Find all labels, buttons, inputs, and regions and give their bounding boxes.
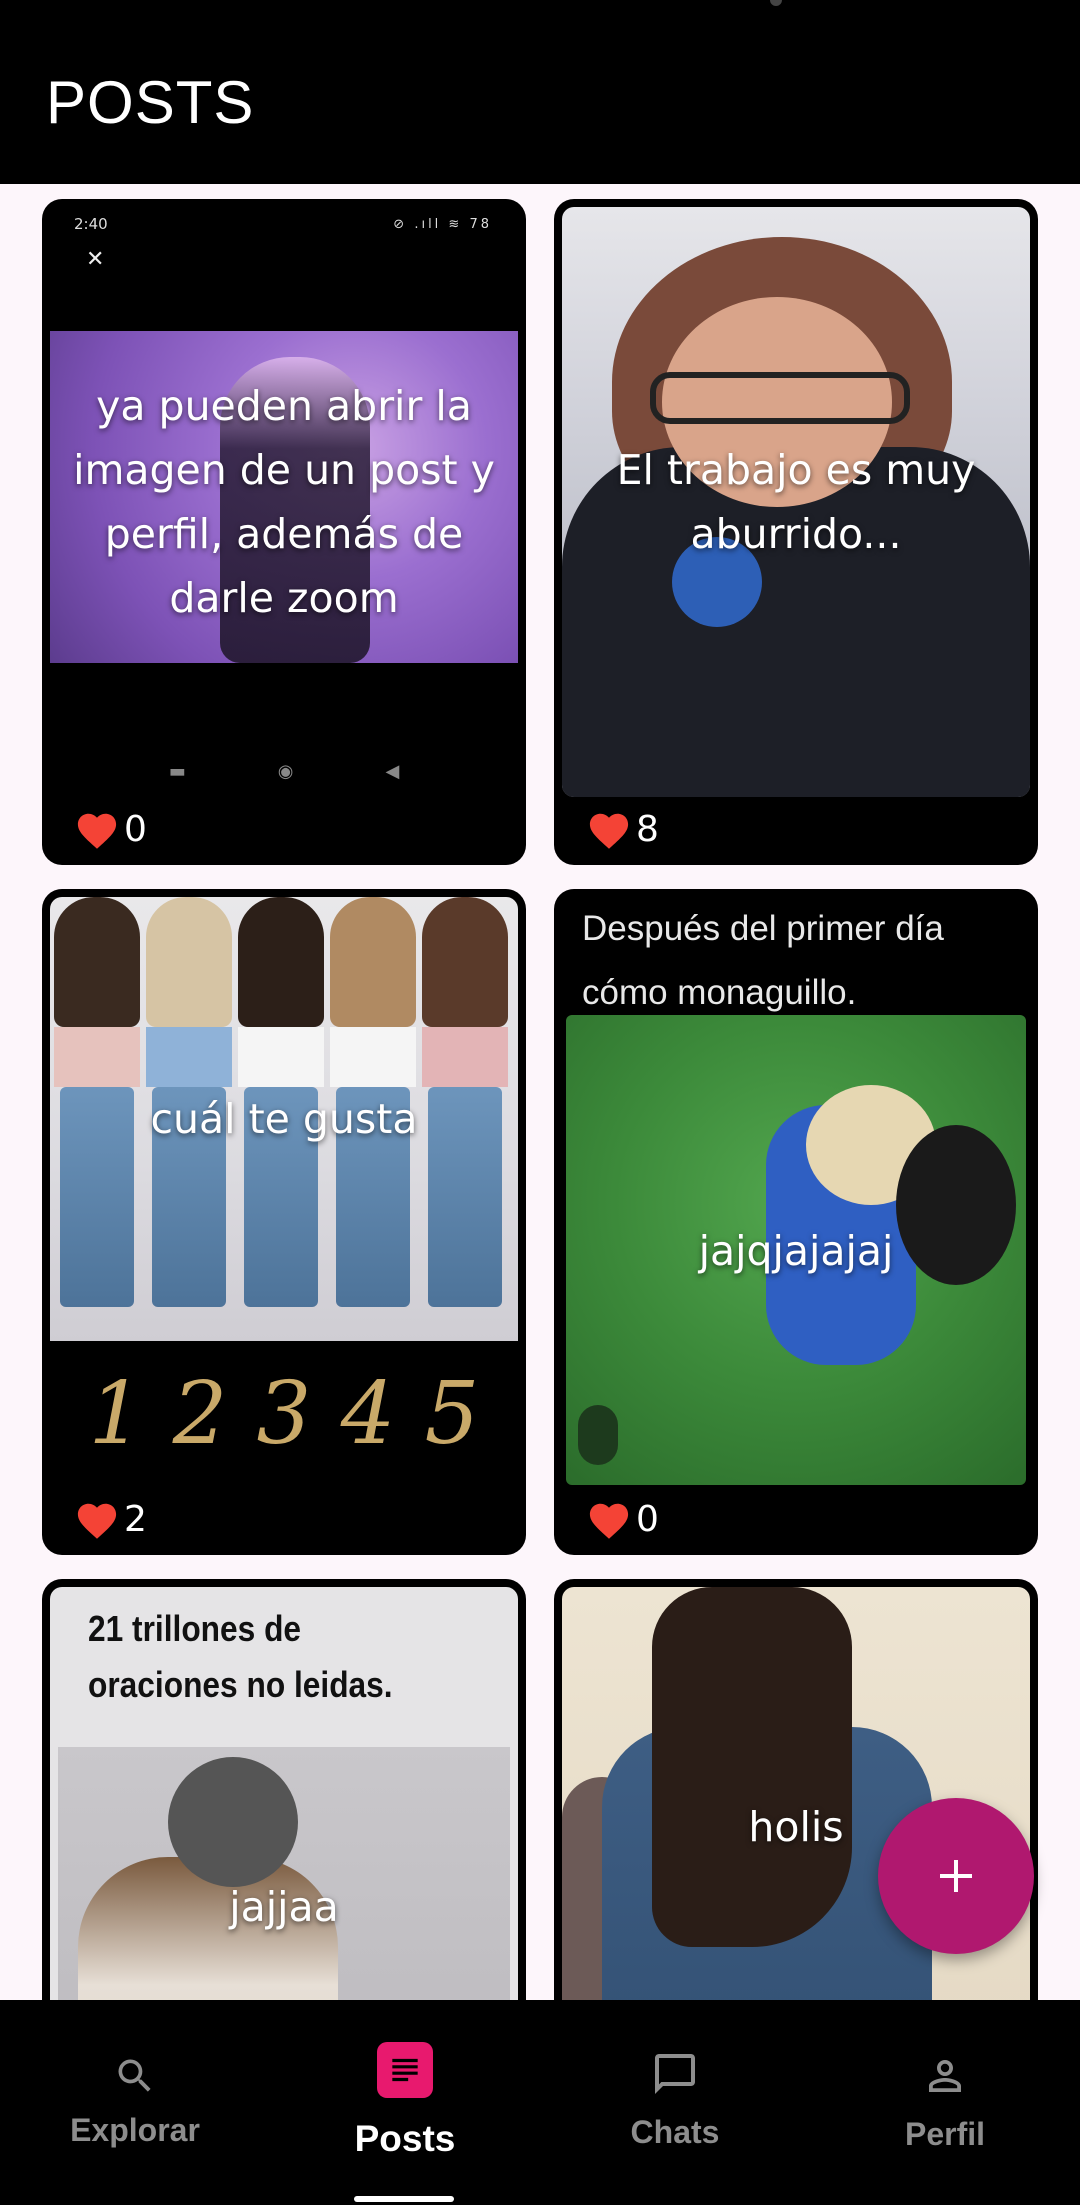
create-post-button[interactable] xyxy=(878,1798,1034,1954)
heart-icon[interactable] xyxy=(586,1498,632,1540)
post-caption: cuál te gusta xyxy=(150,1095,418,1143)
nav-item-posts[interactable]: Posts xyxy=(270,2000,540,2205)
post-image[interactable]: El trabajo es muy aburrido... xyxy=(562,207,1030,797)
image-text: 21 trillones de oraciones no leidas. xyxy=(88,1608,393,1705)
post-card[interactable]: Después del primer día cómo monaguillo. … xyxy=(554,889,1038,1555)
bottom-navigation: Explorar Posts Chats Perfil xyxy=(0,2000,1080,2205)
like-counter[interactable]: 0 xyxy=(74,807,147,851)
nav-label-chats: Chats xyxy=(630,2114,720,2150)
nav-label-explorar: Explorar xyxy=(70,2112,200,2148)
nav-label-perfil: Perfil xyxy=(904,2116,986,2152)
heart-icon[interactable] xyxy=(586,808,632,850)
like-counter[interactable]: 2 xyxy=(74,1497,147,1541)
plus-icon xyxy=(940,1860,972,1892)
post-card[interactable]: El trabajo es muy aburrido... 8 xyxy=(554,199,1038,865)
post-image[interactable]: 2:40 ⊘ .ıll ≋ 78 ✕ ▬ ◉ ◀ ya pueden abrir… xyxy=(50,207,518,797)
post-image[interactable]: Después del primer día cómo monaguillo. … xyxy=(562,897,1030,1487)
like-counter[interactable]: 8 xyxy=(586,807,659,851)
nav-item-chats[interactable]: Chats xyxy=(540,2000,810,2205)
nav-label-posts: Posts xyxy=(354,2118,456,2159)
chat-bubble-icon xyxy=(647,2046,703,2102)
search-icon xyxy=(107,2048,163,2104)
post-image[interactable]: 1 2 3 4 5 cuál te gusta xyxy=(50,897,518,1487)
post-caption: ya pueden abrir la imagen de un post y p… xyxy=(73,382,495,622)
like-count: 2 xyxy=(124,1498,147,1540)
heart-icon[interactable] xyxy=(74,808,120,850)
post-caption: jajqjajajaj xyxy=(698,1227,894,1275)
like-count: 0 xyxy=(124,808,147,850)
post-caption: El trabajo es muy aburrido... xyxy=(616,446,976,558)
image-text: Después del primer día cómo monaguillo. xyxy=(582,909,944,1012)
image-numbers: 1 2 3 4 5 xyxy=(88,1364,480,1464)
nav-item-perfil[interactable]: Perfil xyxy=(810,2000,1080,2205)
article-icon xyxy=(377,2042,433,2098)
camera-notch xyxy=(770,0,782,6)
nav-item-explorar[interactable]: Explorar xyxy=(0,2000,270,2205)
like-count: 0 xyxy=(636,1498,659,1540)
gesture-home-bar[interactable] xyxy=(354,2196,454,2202)
person-icon xyxy=(917,2048,973,2104)
post-image[interactable]: 21 trillones de oraciones no leidas. jaj… xyxy=(50,1587,518,2000)
page-title: POSTS xyxy=(46,69,255,136)
post-card[interactable]: 1 2 3 4 5 cuál te gusta 2 xyxy=(42,889,526,1555)
posts-grid[interactable]: 2:40 ⊘ .ıll ≋ 78 ✕ ▬ ◉ ◀ ya pueden abrir… xyxy=(0,184,1080,2000)
app-bar: POSTS xyxy=(0,0,1080,184)
heart-icon[interactable] xyxy=(74,1498,120,1540)
post-card[interactable]: 2:40 ⊘ .ıll ≋ 78 ✕ ▬ ◉ ◀ ya pueden abrir… xyxy=(42,199,526,865)
like-counter[interactable]: 0 xyxy=(586,1497,659,1541)
like-count: 8 xyxy=(636,808,659,850)
post-card[interactable]: 21 trillones de oraciones no leidas. jaj… xyxy=(42,1579,526,2000)
post-caption: jajjaa xyxy=(229,1883,339,1931)
